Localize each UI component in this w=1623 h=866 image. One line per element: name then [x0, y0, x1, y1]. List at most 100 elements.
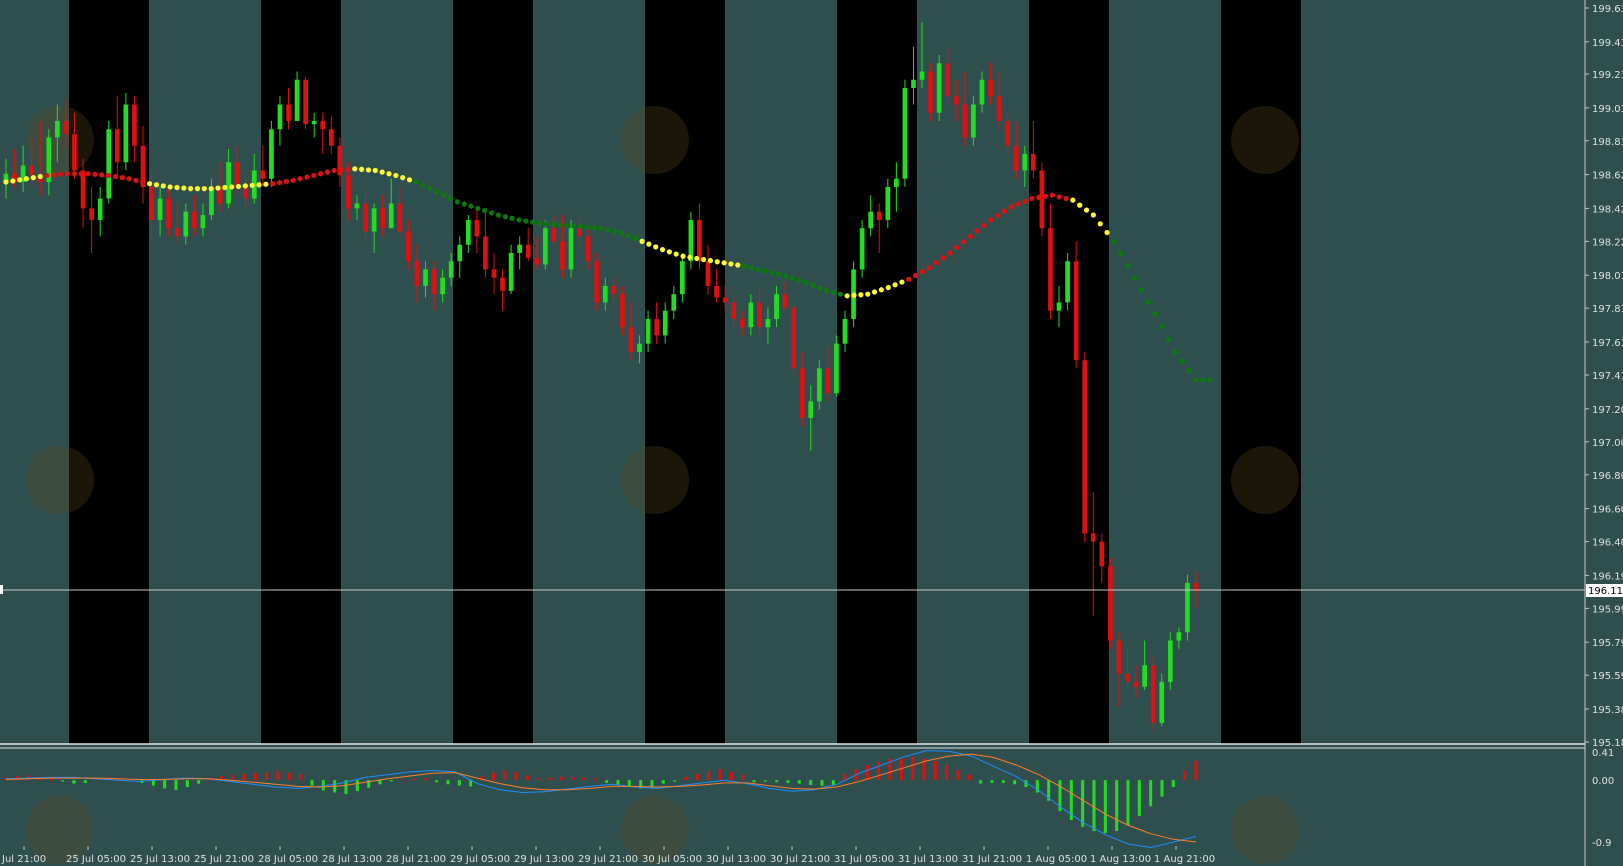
candle-body: [577, 228, 582, 237]
ma-dot: [181, 185, 187, 191]
candle-body: [1022, 153, 1028, 171]
candle-body: [757, 302, 762, 328]
macd-histogram-bar: [979, 780, 983, 784]
ma-dot: [1015, 201, 1021, 207]
candle-body: [423, 269, 428, 286]
candle-body: [1142, 665, 1147, 687]
macd-histogram-bar: [763, 780, 767, 782]
time-tick-label: 28 Jul 13:00: [322, 854, 382, 865]
macd-histogram-bar: [310, 780, 314, 786]
candle-body: [380, 208, 386, 229]
candle-body: [431, 269, 437, 295]
ma-dot: [71, 171, 77, 177]
candle-body: [697, 219, 702, 262]
candle-body: [63, 120, 69, 135]
candle-body: [149, 186, 154, 220]
macd-histogram-bar: [741, 774, 745, 781]
ma-dot: [1070, 197, 1076, 203]
session-band-0: [69, 0, 149, 744]
time-tick-label: 29 Jul 21:00: [578, 854, 638, 865]
candle-body: [654, 318, 660, 336]
candle-body: [534, 257, 540, 265]
macd-histogram-bar: [990, 780, 994, 783]
candle-body: [346, 175, 351, 209]
ma-dot: [112, 173, 119, 180]
ma-dot: [495, 212, 502, 218]
ma-dot: [776, 271, 782, 277]
candle-body: [457, 244, 463, 262]
candle-body: [1125, 673, 1130, 682]
macd-histogram-bar: [231, 774, 235, 781]
ma-dot: [1090, 212, 1097, 218]
ma-dot: [317, 171, 324, 177]
ma-dot: [427, 186, 433, 192]
ma-dot: [297, 176, 303, 182]
ma-dot: [687, 254, 693, 260]
ma-dot: [352, 166, 358, 172]
macd-histogram-bar: [775, 780, 779, 783]
ma-dot: [420, 182, 426, 188]
candle-body: [448, 261, 454, 278]
ma-dot: [1083, 207, 1090, 213]
candle-body: [500, 277, 505, 291]
ma-dot: [1125, 262, 1131, 269]
ma-dot: [386, 171, 392, 177]
ma-dot: [359, 166, 365, 172]
ma-dot: [345, 166, 351, 172]
ma-dot: [174, 184, 180, 191]
candle-body: [628, 327, 634, 352]
ma-dot: [694, 255, 700, 262]
macd-histogram-bar: [571, 776, 575, 781]
macd-histogram-bar: [253, 773, 257, 781]
macd-histogram-bar: [174, 780, 178, 790]
ma-dot: [1008, 204, 1014, 210]
ma-dot: [612, 228, 618, 235]
price-tick-label: 198.830: [1592, 137, 1623, 148]
candle-body: [936, 63, 942, 113]
candle-body: [979, 79, 985, 105]
ma-dot: [222, 184, 228, 191]
macd-histogram-bar: [1115, 780, 1119, 832]
price-tick-label: 199.030: [1592, 104, 1623, 115]
ma-dot: [947, 250, 953, 256]
ma-dot: [509, 215, 515, 221]
macd-histogram-bar: [797, 780, 801, 784]
ma-dot: [789, 275, 796, 281]
candle-body: [671, 294, 677, 311]
candle-body: [311, 120, 317, 125]
macd-histogram-bar: [707, 771, 711, 781]
macd-histogram-bar: [729, 771, 733, 781]
candle-body: [243, 186, 249, 199]
candle-body: [876, 211, 882, 220]
macd-histogram-bar: [1160, 780, 1164, 797]
macd-histogram-bar: [1081, 780, 1085, 827]
ma-dot: [899, 279, 905, 285]
macd-histogram-bar: [1183, 770, 1187, 781]
ma-dot: [618, 230, 625, 236]
candle-body: [842, 318, 848, 344]
candle-body: [114, 129, 120, 163]
ma-dot: [557, 222, 563, 228]
candle-body: [260, 170, 266, 179]
macd-histogram-bar: [503, 770, 507, 781]
candle-body: [474, 219, 480, 237]
candle-body: [1090, 533, 1096, 542]
macd-histogram-bar: [695, 773, 699, 781]
candle-body: [277, 104, 283, 130]
candle-body: [132, 104, 137, 146]
ma-dot: [981, 222, 987, 229]
ma-dot: [406, 177, 413, 183]
candle-body: [996, 96, 1002, 121]
candle-body: [174, 228, 180, 237]
price-tick-label: 198.220: [1592, 237, 1623, 248]
ma-dot: [1138, 287, 1144, 293]
ma-dot: [3, 179, 9, 185]
candle-body: [440, 277, 445, 295]
macd-histogram-bar: [843, 773, 847, 781]
ma-dot: [160, 183, 166, 189]
ma-dot: [933, 260, 939, 266]
ma-dot: [865, 291, 871, 297]
ma-dot: [940, 255, 946, 261]
candle-body: [55, 120, 60, 138]
candle-body: [1048, 228, 1053, 311]
